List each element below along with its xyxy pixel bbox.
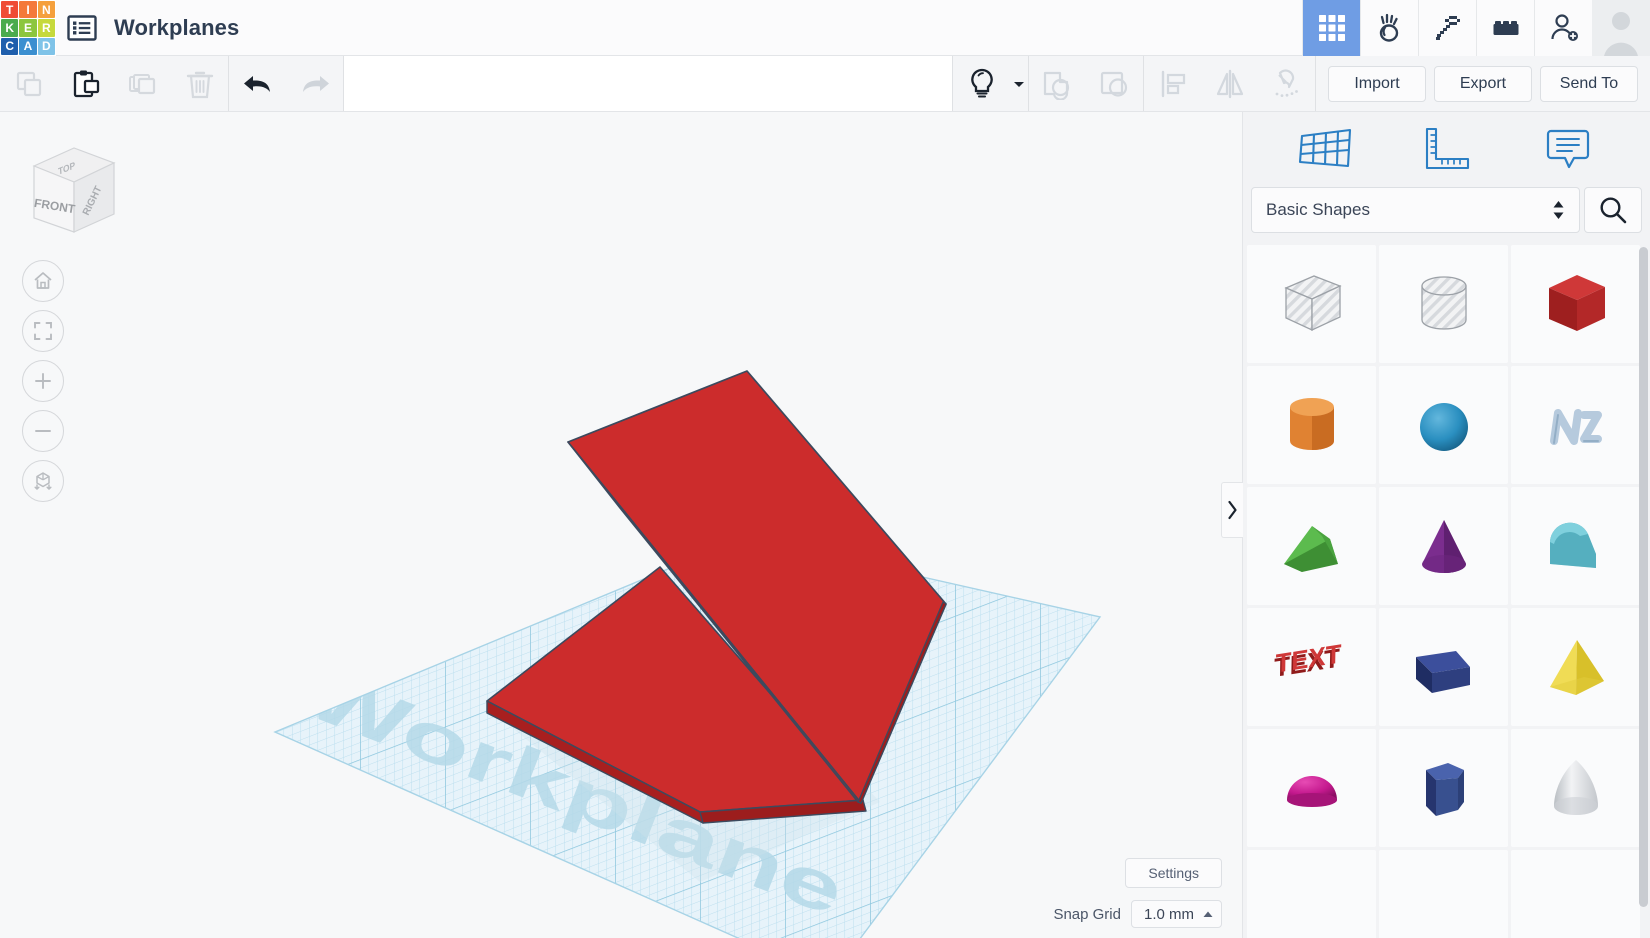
history-tools <box>229 56 343 111</box>
shape-grid-scrollbar[interactable] <box>1639 246 1648 907</box>
shape-item-sphere-blue[interactable] <box>1379 365 1508 484</box>
updown-stepper-icon <box>1553 200 1564 219</box>
redo-arrow-icon[interactable] <box>286 56 343 111</box>
note-icon[interactable] <box>1535 121 1601 177</box>
header-app-switcher <box>1302 0 1650 56</box>
snap-grid-value: 1.0 mm <box>1143 905 1194 923</box>
group-tools <box>1029 56 1143 111</box>
logo-letter: E <box>19 19 37 37</box>
logo-letter: T <box>1 1 19 19</box>
header-spacer <box>239 0 1302 55</box>
export-button[interactable]: Export <box>1434 65 1532 102</box>
fit-to-view-icon[interactable] <box>22 310 64 352</box>
page-title: Workplanes <box>114 14 240 40</box>
view-cube[interactable]: FRONT RIGHT TOP <box>16 130 128 242</box>
chevron-right-icon[interactable] <box>1221 482 1243 538</box>
logo-letter: K <box>1 19 19 37</box>
logo-letter: A <box>19 37 37 55</box>
shape-item-paraboloid-gray[interactable] <box>1511 728 1640 847</box>
logo-letter: R <box>37 19 55 37</box>
logo-letter: D <box>37 37 55 55</box>
caret-up-icon <box>1203 911 1213 917</box>
group-icon[interactable] <box>1029 56 1086 111</box>
delete-trash-icon[interactable] <box>171 56 228 111</box>
shapes-panel: Basic Shapes TEXT TEXT <box>1221 112 1650 938</box>
settings-button[interactable]: Settings <box>1125 858 1222 888</box>
light-tools <box>953 56 1028 111</box>
shape-item-pyramid-yellow[interactable] <box>1511 607 1640 726</box>
zoom-out-icon[interactable] <box>22 410 64 452</box>
search-icon[interactable] <box>1584 186 1642 233</box>
shape-item-partial[interactable] <box>1511 849 1640 938</box>
mirror-icon[interactable] <box>1201 56 1258 111</box>
add-person-icon[interactable] <box>1534 0 1592 56</box>
circuits-icon[interactable] <box>1360 0 1418 56</box>
edit-toolbar: Import Export Send To <box>0 56 1650 112</box>
list-menu-icon[interactable] <box>56 0 108 55</box>
shape-item-box-hole[interactable] <box>1247 244 1376 363</box>
view-navigation-controls <box>22 260 64 502</box>
logo-letter: C <box>1 37 19 55</box>
shape-item-partial[interactable] <box>1379 849 1508 938</box>
arrange-tools <box>1144 56 1315 111</box>
shape-item-halfsphere-magenta[interactable] <box>1247 728 1376 847</box>
perspective-toggle-icon[interactable] <box>22 460 64 502</box>
grid-apps-icon[interactable] <box>1302 0 1360 56</box>
shape-library-select[interactable]: Basic Shapes <box>1251 186 1580 233</box>
snap-grid-label: Snap Grid <box>1053 905 1121 923</box>
undo-arrow-icon[interactable] <box>229 56 286 111</box>
shape-item-hexprism-blue[interactable] <box>1379 728 1508 847</box>
shape-item-box-red[interactable] <box>1511 244 1640 363</box>
minecraft-pickaxe-icon[interactable] <box>1418 0 1476 56</box>
zoom-in-icon[interactable] <box>22 360 64 402</box>
shape-item-text-red[interactable]: TEXT TEXT <box>1247 607 1376 726</box>
shape-library-label: Basic Shapes <box>1266 199 1370 219</box>
file-actions: Import Export Send To <box>1316 56 1650 111</box>
ruler-icon[interactable] <box>1414 121 1480 177</box>
user-avatar-icon[interactable] <box>1592 0 1650 56</box>
snap-grid-select[interactable]: 1.0 mm <box>1130 900 1222 928</box>
blocks-brick-icon[interactable] <box>1476 0 1534 56</box>
logo-letter: N <box>37 1 55 19</box>
lightbulb-icon[interactable] <box>953 56 1010 111</box>
shape-item-cylinder-hole[interactable] <box>1379 244 1508 363</box>
toolbar-gap <box>344 56 952 111</box>
chevron-down-icon[interactable] <box>1010 80 1028 88</box>
shape-item-cylinder-orange[interactable] <box>1247 365 1376 484</box>
top-header: T I N K E R C A D Workplanes <box>0 0 1650 56</box>
panel-tools <box>1243 112 1650 187</box>
duplicate-icon[interactable] <box>114 56 171 111</box>
paste-icon[interactable] <box>57 56 114 111</box>
snap-grid-control: Snap Grid 1.0 mm <box>1053 900 1222 928</box>
copy-icon[interactable] <box>0 56 57 111</box>
send-to-button[interactable]: Send To <box>1540 65 1638 102</box>
shape-item-partial[interactable] <box>1247 849 1376 938</box>
shape-item-cone-purple[interactable] <box>1379 486 1508 605</box>
library-search-row: Basic Shapes <box>1243 186 1650 245</box>
three-d-scene[interactable]: Workplane <box>0 112 1242 938</box>
home-view-icon[interactable] <box>22 260 64 302</box>
ungroup-icon[interactable] <box>1086 56 1143 111</box>
clipboard-tools <box>0 56 228 111</box>
magnet-snap-icon[interactable] <box>1258 56 1315 111</box>
align-icon[interactable] <box>1144 56 1201 111</box>
import-button[interactable]: Import <box>1328 65 1426 102</box>
shape-item-polygonbox-navy[interactable] <box>1379 607 1508 726</box>
shape-item-halfcylinder-teal[interactable] <box>1511 486 1640 605</box>
logo-letter: I <box>19 1 37 19</box>
design-canvas[interactable]: Workplane FRONT RIGHT TOP Settings Snap … <box>0 112 1242 938</box>
shape-grid: TEXT TEXT <box>1243 244 1650 938</box>
shape-item-scribble-lightblue[interactable] <box>1511 365 1640 484</box>
shape-item-roof-green[interactable] <box>1247 486 1376 605</box>
tinkercad-logo[interactable]: T I N K E R C A D <box>0 0 56 56</box>
workplane-icon[interactable] <box>1293 121 1359 177</box>
